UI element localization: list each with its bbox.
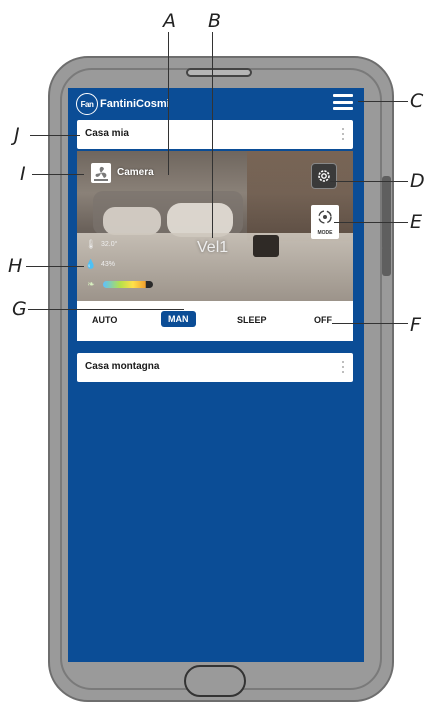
app-screen: Fan FantiniCosmi Casa mia Camera MODE Ve… bbox=[68, 88, 364, 662]
leader-b bbox=[212, 32, 213, 238]
callout-c: C bbox=[410, 90, 424, 112]
leader-c bbox=[358, 101, 408, 102]
app-logo: Fan FantiniCosmi bbox=[76, 93, 170, 115]
callout-h: H bbox=[8, 255, 23, 277]
mode-button-label: MODE bbox=[317, 230, 333, 236]
power-key[interactable] bbox=[382, 246, 391, 276]
droplet-icon: 💧 bbox=[85, 258, 97, 269]
fan-icon bbox=[91, 163, 111, 183]
callout-g: G bbox=[12, 298, 27, 320]
phone-speaker bbox=[186, 68, 252, 77]
room-photo-pillow bbox=[167, 203, 233, 237]
leader-j bbox=[30, 135, 80, 136]
leader-d bbox=[330, 181, 408, 182]
humidity-row: 💧 43% bbox=[85, 258, 116, 269]
volume-key[interactable] bbox=[382, 176, 391, 250]
room-card[interactable]: Camera MODE Vel1 🌡 32.0° 💧 43% ❧ bbox=[77, 151, 353, 301]
callout-j: J bbox=[14, 124, 20, 146]
logo-badge: Fan bbox=[76, 93, 98, 115]
house-title: Casa mia bbox=[85, 128, 129, 139]
house-card-header[interactable]: Casa montagna bbox=[77, 353, 353, 382]
room-photo-pillow bbox=[103, 207, 161, 235]
mode-icon bbox=[318, 210, 332, 224]
home-button[interactable] bbox=[184, 665, 246, 697]
leader-g bbox=[28, 309, 184, 310]
callout-d: D bbox=[410, 170, 425, 192]
mode-man[interactable]: MAN bbox=[161, 311, 196, 327]
leader-i bbox=[32, 174, 84, 175]
leader-h bbox=[26, 266, 84, 267]
mode-selector: AUTO MAN SLEEP OFF bbox=[77, 301, 353, 341]
menu-icon[interactable] bbox=[333, 93, 353, 111]
leader-f bbox=[332, 323, 408, 324]
house-card-header[interactable]: Casa mia bbox=[77, 120, 353, 149]
humidity-value: 43% bbox=[101, 260, 116, 268]
callout-b: B bbox=[208, 10, 222, 32]
room-name: Camera bbox=[117, 167, 154, 178]
temperature-row: 🌡 32.0° bbox=[85, 238, 118, 249]
air-quality-gauge bbox=[103, 281, 153, 288]
gear-icon[interactable] bbox=[311, 163, 337, 189]
room-photo-lamp bbox=[253, 235, 279, 257]
fan-speed: Vel1 bbox=[197, 239, 229, 256]
leader-a bbox=[168, 32, 169, 175]
temperature-value: 32.0° bbox=[101, 240, 118, 248]
kebab-icon[interactable] bbox=[342, 361, 345, 373]
thermometer-icon: 🌡 bbox=[85, 238, 97, 249]
callout-i: I bbox=[20, 163, 26, 185]
mode-off[interactable]: OFF bbox=[314, 315, 332, 325]
callout-e: E bbox=[410, 211, 423, 233]
air-quality-row: ❧ bbox=[87, 279, 101, 289]
house-title: Casa montagna bbox=[85, 361, 160, 372]
callout-f: F bbox=[410, 314, 421, 336]
mode-sleep[interactable]: SLEEP bbox=[237, 315, 267, 325]
mode-auto[interactable]: AUTO bbox=[92, 315, 117, 325]
leader-e bbox=[334, 222, 408, 223]
callout-a: A bbox=[163, 10, 176, 32]
leaf-icon: ❧ bbox=[87, 278, 95, 289]
kebab-icon[interactable] bbox=[342, 128, 345, 140]
logo-text: FantiniCosmi bbox=[100, 98, 170, 110]
